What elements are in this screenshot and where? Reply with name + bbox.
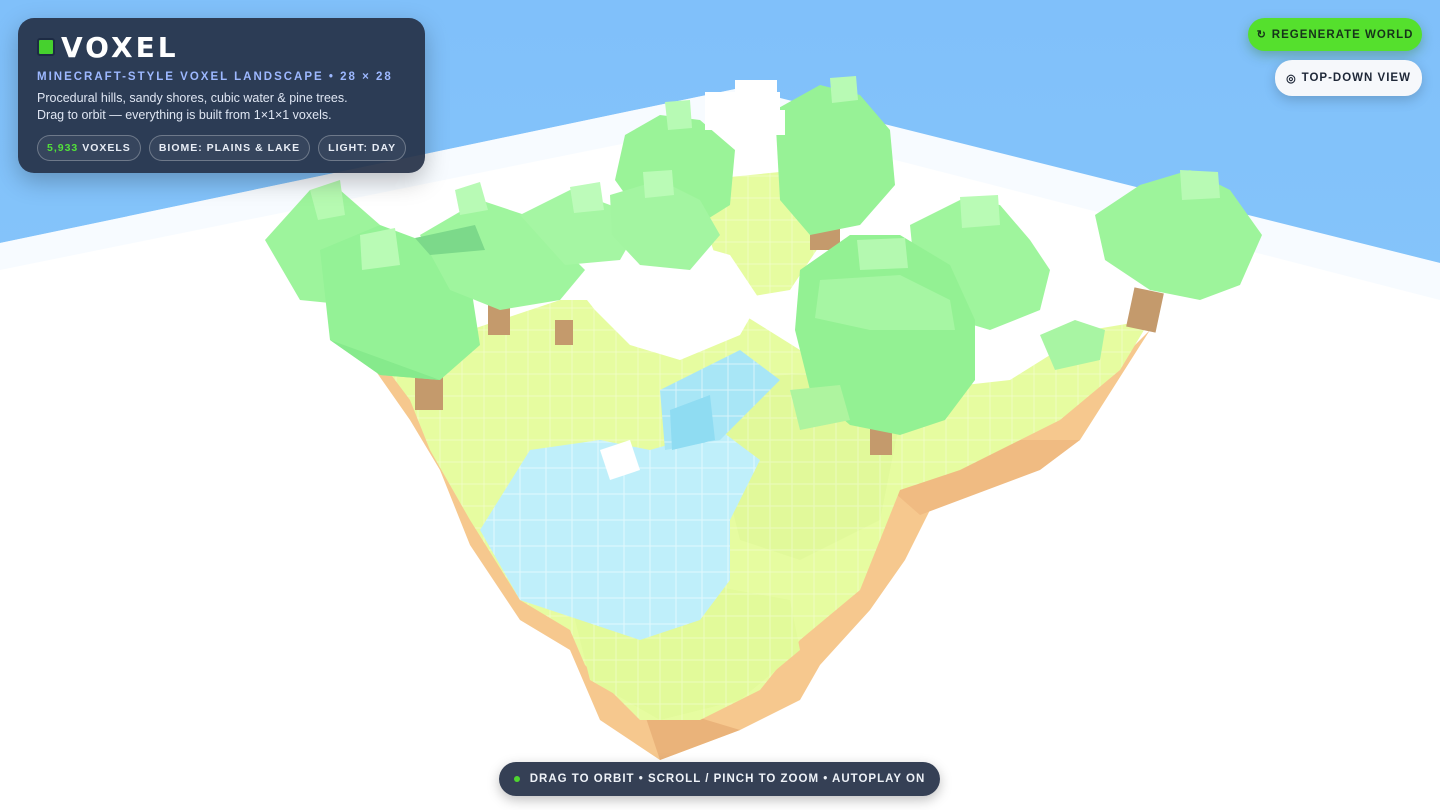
controls-hint-text: DRAG TO ORBIT • SCROLL / PINCH TO ZOOM •… <box>529 773 926 785</box>
light-chip: LIGHT: DAY <box>318 135 407 161</box>
description-line-2: Drag to orbit — everything is built from… <box>37 108 332 122</box>
regenerate-world-label: REGENERATE WORLD <box>1271 28 1414 41</box>
app-title: VOXEL <box>61 30 179 64</box>
controls-hint: DRAG TO ORBIT • SCROLL / PINCH TO ZOOM •… <box>499 762 940 796</box>
cube-logo-icon <box>37 38 55 56</box>
voxel-count-chip: 5,933 VOXELS <box>37 135 141 161</box>
title-row: VOXEL <box>37 30 406 64</box>
status-dot-icon <box>513 776 520 782</box>
target-icon: ◎ <box>1286 72 1297 85</box>
refresh-icon: ↻ <box>1256 29 1267 41</box>
app-subtitle: MINECRAFT-STYLE VOXEL LANDSCAPE • 28 × 2… <box>37 71 393 83</box>
app-description: Procedural hills, sandy shores, cubic wa… <box>37 90 406 124</box>
top-down-view-label: TOP-DOWN VIEW <box>1301 72 1411 84</box>
voxel-count-label: VOXELS <box>82 142 131 154</box>
stats-chips: 5,933 VOXELS BIOME: PLAINS & LAKE LIGHT:… <box>37 135 407 161</box>
top-down-view-button[interactable]: ◎ TOP-DOWN VIEW <box>1275 60 1422 96</box>
regenerate-world-button[interactable]: ↻ REGENERATE WORLD <box>1248 18 1422 51</box>
biome-chip: BIOME: PLAINS & LAKE <box>148 135 311 161</box>
cloud <box>705 80 785 135</box>
info-panel: VOXEL MINECRAFT-STYLE VOXEL LANDSCAPE • … <box>18 18 425 173</box>
voxel-count-value: 5,933 <box>47 142 79 154</box>
description-line-1: Procedural hills, sandy shores, cubic wa… <box>37 91 348 105</box>
